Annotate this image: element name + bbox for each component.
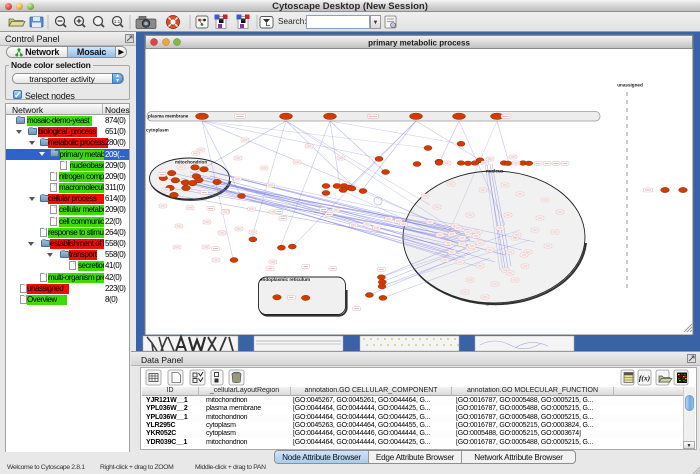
svg-text:1:1: 1:1 [114,19,121,24]
svg-text:mitochondrion: mitochondrion [175,160,207,165]
svg-text:cytoplasm: cytoplasm [146,128,169,133]
svg-text:primary metabolic process: primary metabolic process [368,39,470,48]
svg-text:...: ... [486,302,489,307]
svg-text:plasma membrane: plasma membrane [148,113,189,118]
svg-text:nucleus: nucleus [486,169,504,174]
svg-text:f(x): f(x) [639,374,651,383]
svg-text:unassigned: unassigned [617,83,643,88]
svg-text:endoplasmic reticulum: endoplasmic reticulum [260,277,310,282]
